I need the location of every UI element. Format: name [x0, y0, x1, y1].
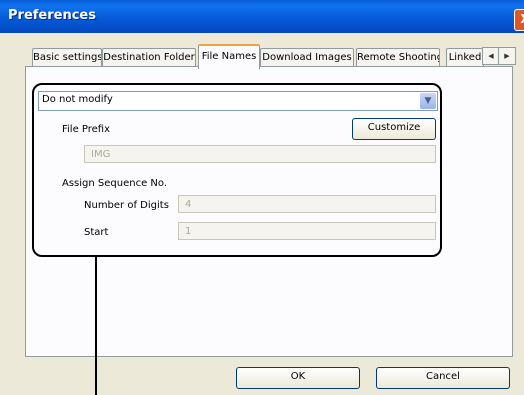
window-title: Preferences — [8, 8, 96, 23]
tab-remote-shooting[interactable]: Remote Shooting — [356, 48, 440, 67]
cancel-button[interactable]: Cancel — [376, 367, 510, 389]
tab-destination-folder[interactable]: Destination Folder — [102, 48, 196, 67]
preferences-dialog: Preferences X Basic settings Destination… — [0, 0, 524, 395]
title-bar[interactable]: Preferences X — [0, 0, 524, 33]
highlight-callout-box — [32, 83, 442, 257]
tab-file-names[interactable]: File Names — [198, 44, 260, 69]
tab-download-images[interactable]: Download Images — [260, 48, 354, 67]
tab-basic-settings[interactable]: Basic settings — [32, 48, 102, 67]
callout-pointer-line — [95, 256, 97, 395]
close-button[interactable]: X — [514, 9, 524, 31]
ok-button[interactable]: OK — [236, 367, 360, 389]
tab-scroll-right-icon[interactable]: ▶ — [498, 47, 516, 65]
tab-linked[interactable]: Linked — [446, 48, 484, 67]
